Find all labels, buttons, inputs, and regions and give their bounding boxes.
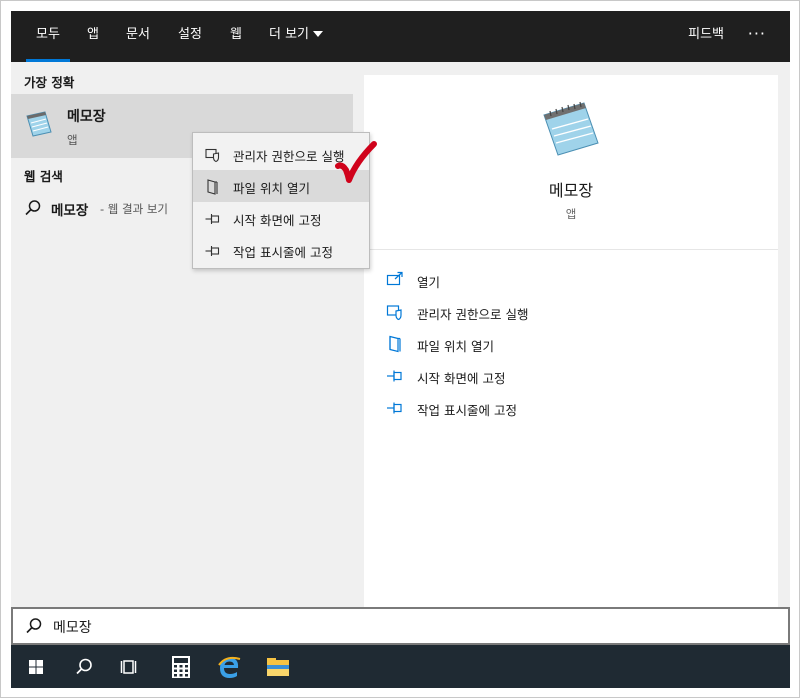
pin-icon: [205, 246, 220, 256]
action-run-as-admin-label: 관리자 권한으로 실행: [417, 307, 529, 322]
web-search-query: 메모장: [51, 203, 89, 219]
menu-item-pin-to-taskbar-label: 작업 표시줄에 고정: [233, 245, 333, 260]
notepad-icon: [543, 101, 599, 156]
shield-icon: [205, 148, 220, 163]
action-open[interactable]: 열기: [386, 268, 766, 292]
notepad-icon: [26, 111, 52, 137]
pin-icon: [387, 370, 402, 382]
divider: [364, 249, 778, 250]
search-input[interactable]: 메모장: [53, 617, 92, 637]
folder-location-icon: [207, 179, 218, 195]
more-options-button[interactable]: ···: [748, 11, 766, 57]
search-icon: [26, 618, 42, 634]
action-pin-to-taskbar[interactable]: 작업 표시줄에 고정: [386, 396, 766, 420]
file-explorer-icon[interactable]: [264, 653, 292, 681]
shield-icon: [386, 305, 402, 321]
menu-item-pin-to-taskbar[interactable]: 작업 표시줄에 고정: [193, 234, 369, 266]
web-search-heading: 웹 검색: [24, 169, 63, 184]
app-title: 메모장: [548, 181, 594, 200]
action-open-label: 열기: [417, 275, 441, 290]
menu-item-open-file-location-label: 파일 위치 열기: [233, 181, 310, 196]
pin-icon: [387, 402, 402, 414]
taskbar: [11, 645, 790, 688]
pin-icon: [205, 214, 220, 224]
calculator-icon[interactable]: [167, 653, 195, 681]
best-match-heading: 가장 정확: [24, 75, 75, 90]
edge-icon[interactable]: [216, 653, 244, 681]
tab-all[interactable]: 모두: [26, 11, 70, 62]
best-match-kind: 앱: [67, 133, 78, 147]
task-view-icon[interactable]: [116, 653, 144, 681]
menu-item-pin-to-start-label: 시작 화면에 고정: [233, 213, 322, 228]
action-pin-to-start[interactable]: 시작 화면에 고정: [386, 364, 766, 388]
search-icon[interactable]: [70, 653, 98, 681]
search-box[interactable]: 메모장: [11, 607, 790, 645]
app-kind: 앱: [565, 207, 577, 221]
feedback-button[interactable]: 피드백: [688, 11, 724, 59]
menu-item-run-as-admin-label: 관리자 권한으로 실행: [233, 149, 345, 164]
action-run-as-admin[interactable]: 관리자 권한으로 실행: [386, 300, 766, 324]
open-icon: [386, 271, 403, 286]
detail-pane: 메모장 앱 열기 관리자 권한으로 실행 파일 위치 열기 시작 화면에 고정 …: [364, 75, 778, 607]
best-match-name: 메모장: [67, 109, 106, 125]
tab-more[interactable]: 더 보기: [269, 11, 324, 62]
folder-location-icon: [389, 335, 401, 353]
action-open-file-location[interactable]: 파일 위치 열기: [386, 332, 766, 356]
tab-documents[interactable]: 문서: [126, 11, 150, 62]
action-open-file-location-label: 파일 위치 열기: [417, 339, 494, 354]
tab-web[interactable]: 웹: [230, 11, 242, 62]
tab-apps[interactable]: 앱: [87, 11, 99, 62]
action-pin-to-taskbar-label: 작업 표시줄에 고정: [417, 403, 517, 418]
checkmark-annotation-icon: [335, 141, 377, 183]
tab-more-label: 더 보기: [269, 27, 310, 42]
windows-start-icon[interactable]: [22, 653, 50, 681]
caret-down-icon: [313, 30, 324, 37]
web-search-hint: - 웹 결과 보기: [100, 202, 169, 216]
action-pin-to-start-label: 시작 화면에 고정: [417, 371, 506, 386]
search-icon: [25, 200, 41, 216]
search-tabs-bar: 모두 앱 문서 설정 웹 더 보기 피드백 ···: [11, 11, 790, 62]
tab-settings[interactable]: 설정: [178, 11, 202, 62]
menu-item-pin-to-start[interactable]: 시작 화면에 고정: [193, 202, 369, 234]
